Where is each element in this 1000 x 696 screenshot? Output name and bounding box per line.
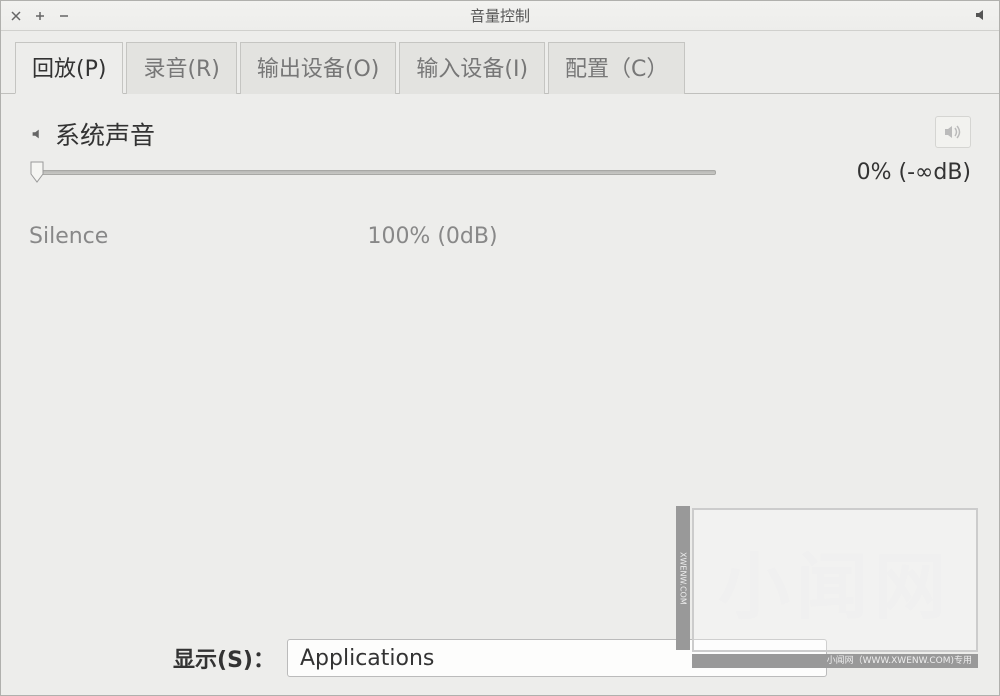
content-area: 系统声音 Silence 100% (0dB) [1,94,999,627]
stream-row: 系统声音 Silence 100% (0dB) [29,116,971,249]
tab-bar: 回放(P) 录音(R) 输出设备(O) 输入设备(I) 配置（C） [1,31,999,94]
slider-thumb[interactable] [29,160,45,184]
titlebar: 音量控制 [1,1,999,31]
minimize-icon[interactable] [57,9,71,23]
tab-output-devices[interactable]: 输出设备(O) [240,42,396,94]
stream-main: 系统声音 Silence 100% (0dB) [29,116,836,249]
tab-configuration[interactable]: 配置（C） [548,42,685,94]
stream-side: 0% (-∞dB) [836,116,971,185]
volume-icon [973,7,989,27]
tab-playback[interactable]: 回放(P) [15,42,123,94]
mid-label: 100% (0dB) [367,224,497,249]
volume-slider[interactable] [29,160,836,194]
show-dropdown[interactable]: Applications [287,639,827,677]
slider-track [35,170,716,175]
volume-control-window: 音量控制 回放(P) 录音(R) 输出设备(O) 输入设备(I) 配置（C） 系… [0,0,1000,696]
window-title: 音量控制 [470,5,530,26]
show-label: 显示(S)： [173,642,275,674]
speaker-icon [29,126,45,142]
level-text: 0% (-∞dB) [857,160,971,185]
tab-input-devices[interactable]: 输入设备(I) [399,42,545,94]
stream-header: 系统声音 [29,116,836,152]
volume-slider-area: Silence 100% (0dB) [29,160,836,249]
speaker-mute-icon [943,123,963,141]
mute-button[interactable] [935,116,971,148]
window-controls [9,9,71,23]
close-icon[interactable] [9,9,23,23]
chevron-down-icon [804,646,814,671]
silence-label: Silence [29,224,108,249]
maximize-icon[interactable] [33,9,47,23]
stream-title: 系统声音 [55,116,155,152]
bottom-bar: 显示(S)： Applications [1,627,999,695]
tab-recording[interactable]: 录音(R) [126,42,236,94]
slider-labels: Silence 100% (0dB) [29,224,836,249]
dropdown-value: Applications [300,646,434,671]
